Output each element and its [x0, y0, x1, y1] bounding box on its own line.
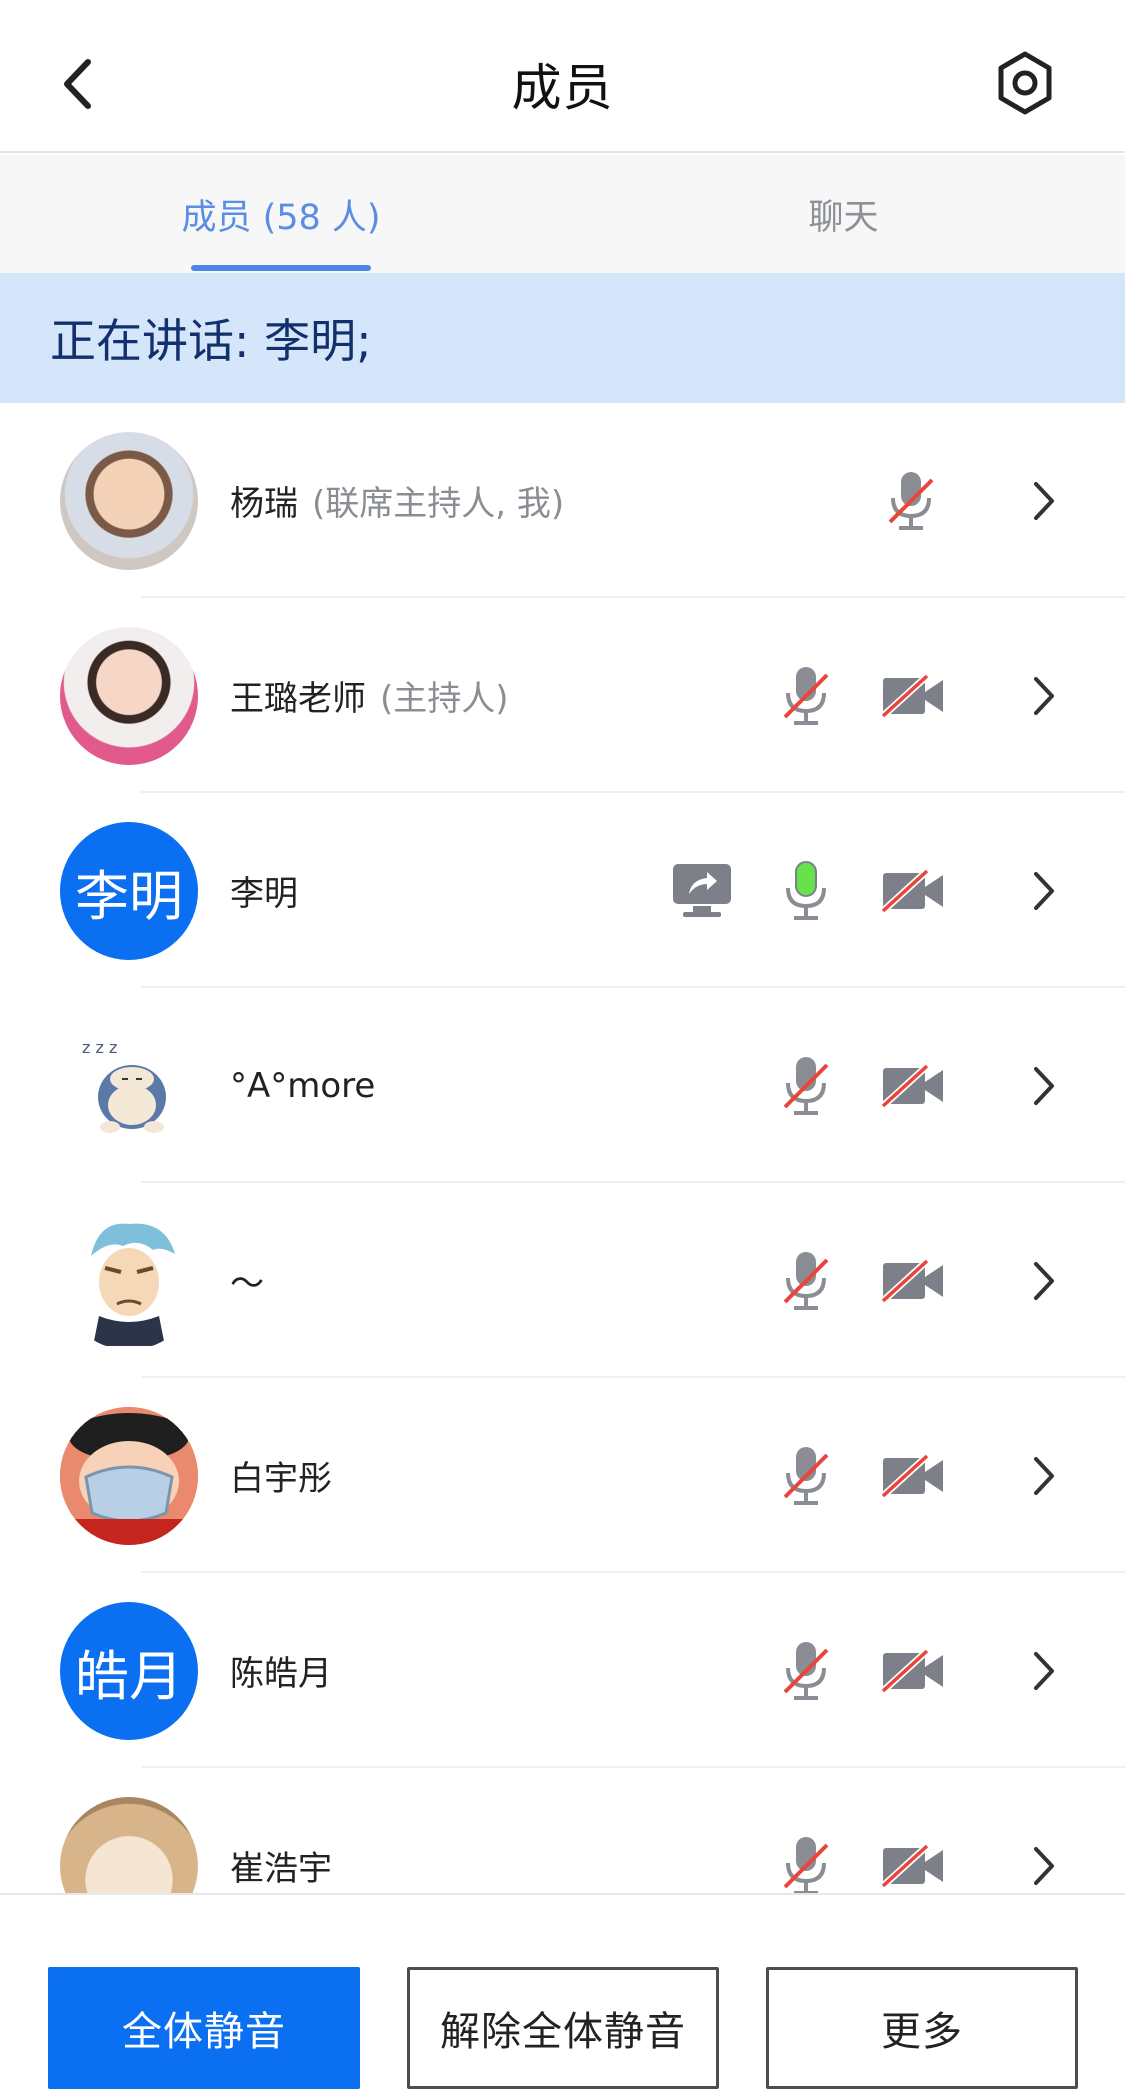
- camera-off-icon: [880, 1378, 946, 1573]
- member-name: 李明: [230, 874, 298, 914]
- member-row[interactable]: 崔浩宇: [0, 1768, 1125, 1893]
- member-row[interactable]: 白宇彤: [0, 1378, 1125, 1573]
- member-role: (联席主持人, 我): [312, 484, 565, 524]
- speaking-banner: 正在讲话: 李明;: [0, 273, 1125, 403]
- member-row[interactable]: 李明 李明: [0, 793, 1125, 988]
- member-name-container: 杨瑞 (联席主持人, 我): [230, 403, 564, 598]
- member-name-container: 李明: [230, 793, 298, 988]
- svg-text:z z z: z z z: [82, 1038, 117, 1057]
- member-row[interactable]: z z z °A°more: [0, 988, 1125, 1183]
- member-row[interactable]: 王璐老师 (主持人): [0, 598, 1125, 793]
- mute-all-button[interactable]: 全体静音: [48, 1967, 360, 2089]
- chevron-right-icon[interactable]: [1024, 1768, 1064, 1893]
- camera-off-icon: [880, 1768, 946, 1893]
- camera-off-icon: [880, 1573, 946, 1768]
- avatar: [60, 432, 198, 570]
- cartoon-avatar-image: [60, 1407, 198, 1545]
- gear-icon: [998, 51, 1052, 115]
- chevron-right-icon[interactable]: [1024, 598, 1064, 793]
- member-name: 王璐老师: [230, 679, 366, 719]
- mic-muted-icon: [775, 1768, 837, 1893]
- chevron-right-icon[interactable]: [1024, 1378, 1064, 1573]
- member-name-container: ～: [230, 1183, 264, 1378]
- member-name-container: °A°more: [230, 988, 375, 1183]
- screen-share-icon: [668, 793, 736, 988]
- tab-bar: 成员 (58 人) 聊天: [0, 155, 1125, 273]
- chevron-right-icon[interactable]: [1024, 1183, 1064, 1378]
- mic-muted-icon: [775, 988, 837, 1183]
- mic-muted-icon: [775, 598, 837, 793]
- chevron-right-icon[interactable]: [1024, 988, 1064, 1183]
- cartoon-avatar-image: [91, 1223, 175, 1346]
- avatar: 皓月: [60, 1602, 198, 1740]
- member-name-container: 陈皓月: [230, 1573, 332, 1768]
- member-name: 白宇彤: [230, 1459, 332, 1499]
- camera-off-icon: [880, 988, 946, 1183]
- member-name: 杨瑞: [230, 484, 298, 524]
- avatar: 李明: [60, 822, 198, 960]
- camera-off-icon: [880, 1183, 946, 1378]
- mic-muted-icon: [775, 1573, 837, 1768]
- mic-muted-icon: [880, 403, 942, 598]
- avatar: [60, 1407, 198, 1545]
- navigation-bar: 成员: [0, 0, 1125, 153]
- avatar: z z z: [60, 1017, 198, 1155]
- chevron-right-icon[interactable]: [1024, 793, 1064, 988]
- avatar: [60, 1212, 198, 1350]
- bottom-action-bar: 全体静音 解除全体静音 更多: [0, 1893, 1125, 2091]
- avatar: [60, 627, 198, 765]
- member-name-container: 白宇彤: [230, 1378, 332, 1573]
- chevron-right-icon[interactable]: [1024, 403, 1064, 598]
- camera-off-icon: [880, 598, 946, 793]
- avatar: [60, 1797, 198, 1893]
- member-row[interactable]: ～: [0, 1183, 1125, 1378]
- member-name-container: 崔浩宇: [230, 1768, 332, 1893]
- more-button[interactable]: 更多: [766, 1967, 1078, 2089]
- member-name: 陈皓月: [230, 1654, 332, 1694]
- camera-off-icon: [880, 793, 946, 988]
- member-name: 崔浩宇: [230, 1849, 332, 1889]
- page-title: 成员: [511, 59, 614, 117]
- snorlax-avatar-image: z z z: [82, 1038, 166, 1133]
- tab-chat[interactable]: 聊天: [562, 155, 1125, 273]
- member-row[interactable]: 杨瑞 (联席主持人, 我): [0, 403, 1125, 598]
- member-list[interactable]: 杨瑞 (联席主持人, 我) 王璐老师 (主持人) 李明 李明 z z z °A°…: [0, 403, 1125, 1893]
- member-name-container: 王璐老师 (主持人): [230, 598, 509, 793]
- tab-members[interactable]: 成员 (58 人): [0, 155, 562, 273]
- mic-muted-icon: [775, 1183, 837, 1378]
- settings-button[interactable]: [992, 50, 1058, 116]
- mic-active-icon: [775, 793, 837, 988]
- member-name: ～: [230, 1264, 264, 1304]
- unmute-all-button[interactable]: 解除全体静音: [407, 1967, 719, 2089]
- members-screen: 成员 成员 (58 人) 聊天 正在讲话: 李明; 杨瑞 (联席主持人, 我): [0, 0, 1125, 2091]
- active-tab-indicator: [191, 265, 371, 271]
- member-role: (主持人): [380, 679, 509, 719]
- chevron-right-icon[interactable]: [1024, 1573, 1064, 1768]
- member-row[interactable]: 皓月 陈皓月: [0, 1573, 1125, 1768]
- member-name: °A°more: [230, 1065, 376, 1106]
- mic-muted-icon: [775, 1378, 837, 1573]
